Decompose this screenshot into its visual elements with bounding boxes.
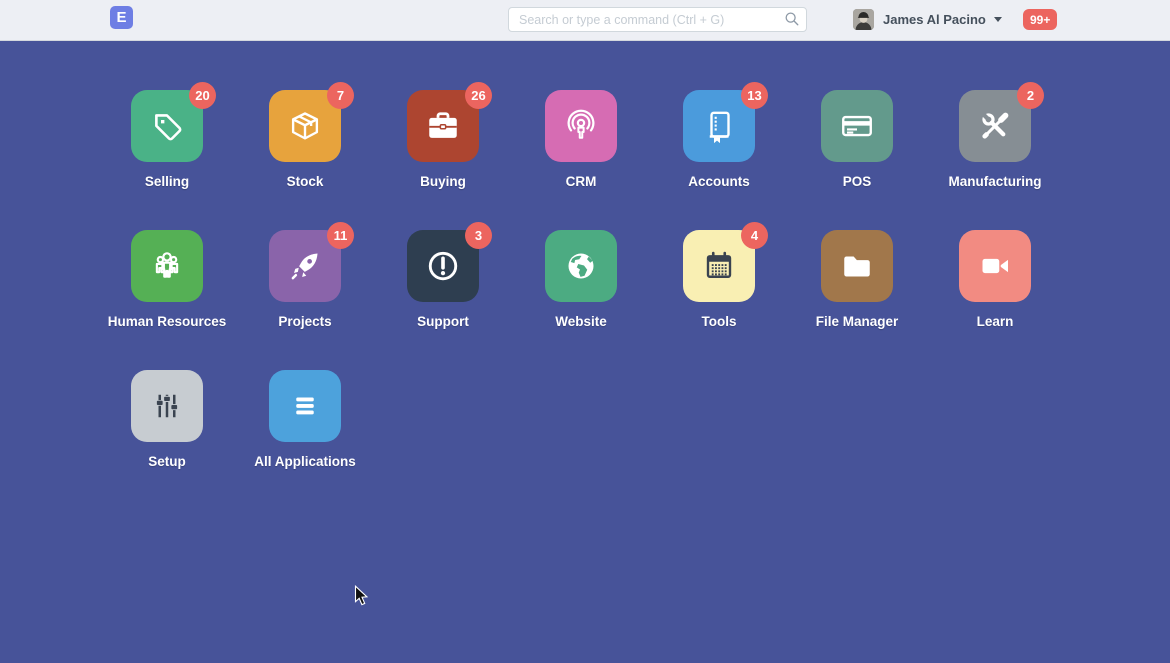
app-label: File Manager	[816, 314, 899, 329]
notification-count-badge: 3	[465, 222, 492, 249]
app-label: Buying	[420, 174, 466, 189]
app-label: Support	[417, 314, 469, 329]
user-menu[interactable]: James Al Pacino	[853, 8, 1002, 31]
broadcast-person-icon	[545, 90, 617, 162]
app-selling[interactable]: 20Selling	[131, 90, 203, 162]
app-pos[interactable]: POS	[821, 90, 893, 162]
app-buying[interactable]: 26Buying	[407, 90, 479, 162]
app-manufacturing[interactable]: 2Manufacturing	[959, 90, 1031, 162]
app-logo[interactable]: E	[110, 6, 133, 29]
sliders-icon	[131, 370, 203, 442]
mouse-cursor	[354, 585, 369, 612]
app-support[interactable]: 3Support	[407, 230, 479, 302]
user-name: James Al Pacino	[883, 12, 986, 27]
notification-count-badge: 26	[465, 82, 492, 109]
app-label: Stock	[287, 174, 324, 189]
notification-count-badge: 7	[327, 82, 354, 109]
app-label: POS	[843, 174, 872, 189]
app-label: Manufacturing	[949, 174, 1042, 189]
notification-count-badge: 20	[189, 82, 216, 109]
app-tools[interactable]: 4Tools	[683, 230, 755, 302]
app-label: Learn	[977, 314, 1014, 329]
app-website[interactable]: Website	[545, 230, 617, 302]
app-label: Selling	[145, 174, 189, 189]
desktop: 20Selling7Stock26BuyingCRM13AccountsPOS2…	[0, 41, 1170, 663]
app-label: Human Resources	[108, 314, 227, 329]
hamburger-menu-icon	[269, 370, 341, 442]
app-label: Accounts	[688, 174, 750, 189]
notification-count-badge: 13	[741, 82, 768, 109]
notifications-badge[interactable]: 99+	[1023, 9, 1057, 30]
app-label: Website	[555, 314, 607, 329]
app-label: Tools	[702, 314, 737, 329]
credit-card-icon	[821, 90, 893, 162]
app-human-resources[interactable]: Human Resources	[131, 230, 203, 302]
app-label: CRM	[566, 174, 597, 189]
folder-icon	[821, 230, 893, 302]
app-all-applications[interactable]: All Applications	[269, 370, 341, 442]
people-group-icon	[131, 230, 203, 302]
app-file-manager[interactable]: File Manager	[821, 230, 893, 302]
search-input[interactable]	[508, 7, 807, 32]
app-learn[interactable]: Learn	[959, 230, 1031, 302]
notification-count-badge: 2	[1017, 82, 1044, 109]
notification-count-badge: 11	[327, 222, 354, 249]
notification-count-badge: 4	[741, 222, 768, 249]
app-grid: 20Selling 7Stock 26Buying CRM 13Accounts POS 2…	[131, 90, 1031, 442]
chevron-down-icon	[994, 17, 1002, 22]
app-stock[interactable]: 7Stock	[269, 90, 341, 162]
user-avatar	[853, 9, 874, 30]
app-label: Setup	[148, 454, 186, 469]
app-label: Projects	[278, 314, 331, 329]
app-projects[interactable]: 11Projects	[269, 230, 341, 302]
app-label: All Applications	[254, 454, 356, 469]
top-navbar: E James Al Pacino 99+	[0, 0, 1170, 41]
search-icon	[784, 11, 800, 27]
desk-page: E James Al Pacino 99+ 20Selling7Stock26B…	[0, 0, 1170, 662]
app-setup[interactable]: Setup	[131, 370, 203, 442]
globe-icon	[545, 230, 617, 302]
app-accounts[interactable]: 13Accounts	[683, 90, 755, 162]
search-bar	[508, 7, 807, 32]
app-crm[interactable]: CRM	[545, 90, 617, 162]
video-camera-icon	[959, 230, 1031, 302]
